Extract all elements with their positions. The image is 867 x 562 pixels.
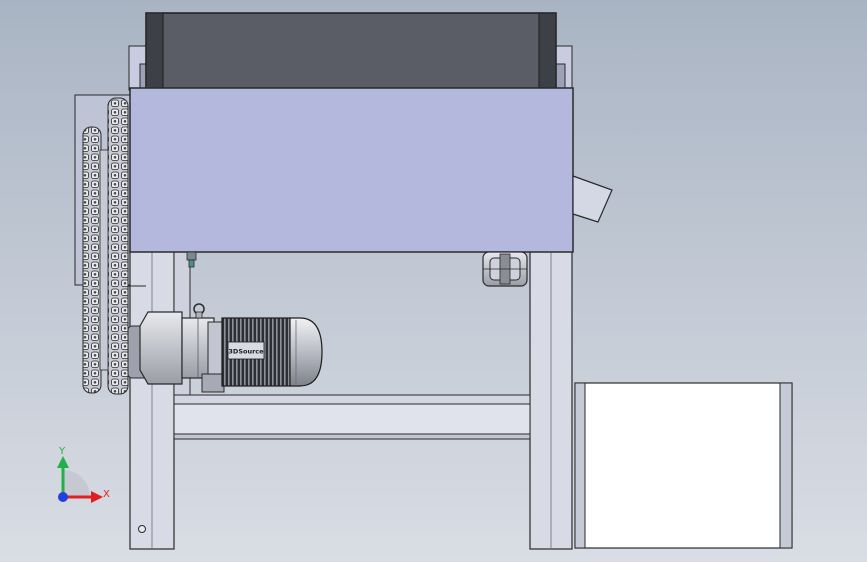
electric-motor: 3DSource: [221, 317, 323, 387]
machine-drawing: 3DSource Y X: [57, 12, 793, 550]
bolt-hole: [138, 525, 146, 533]
cad-viewport[interactable]: 3DSource Y X: [0, 0, 867, 562]
discharge-chute: [572, 175, 613, 223]
bearing-pulley: [482, 251, 528, 287]
conveyor-belt: [145, 12, 557, 91]
motor-brand-label: 3DSource: [228, 348, 264, 356]
coordinate-triad: Y X: [57, 446, 110, 503]
control-box: [574, 382, 793, 549]
x-axis-label: X: [103, 489, 110, 500]
hopper-body: [129, 87, 574, 253]
cross-beam: [173, 394, 531, 440]
y-axis-label: Y: [58, 446, 66, 457]
z-axis-dot: [58, 492, 68, 502]
left-leg: [129, 249, 175, 550]
right-leg: [529, 249, 573, 550]
